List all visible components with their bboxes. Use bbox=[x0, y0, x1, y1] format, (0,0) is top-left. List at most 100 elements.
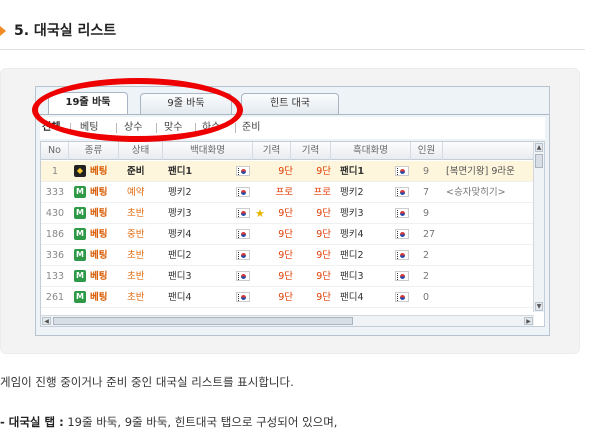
table-row[interactable]: 333 베팅 예약 펭키2 프로 프로 펭키2 7 <승자맞히기> M bbox=[41, 182, 534, 203]
white-player-rank: 9단 bbox=[278, 250, 293, 261]
korea-flag-icon bbox=[395, 271, 409, 281]
table-row[interactable]: 430 베팅 초반 펭키3 9단 9단 펭키3 9 M ★ bbox=[41, 203, 534, 224]
room-type: 베팅 bbox=[90, 271, 108, 282]
filter-separator bbox=[235, 123, 236, 133]
korea-flag-icon bbox=[236, 208, 250, 218]
table-row[interactable]: 336 베팅 초반 팬디2 9단 9단 팬디2 2 M bbox=[41, 245, 534, 266]
korea-flag-icon bbox=[395, 229, 409, 239]
korea-flag-icon bbox=[395, 250, 409, 260]
white-player-rank: 프로 bbox=[275, 187, 293, 198]
tab-9-line-baduk[interactable]: 9줄 바둑 bbox=[140, 93, 232, 114]
scroll-up-arrow-icon[interactable]: ▲ bbox=[535, 143, 543, 152]
korea-flag-icon bbox=[236, 229, 250, 239]
white-player-name: 팬디1 bbox=[168, 166, 193, 177]
tab-divider bbox=[36, 114, 549, 115]
korea-flag-icon bbox=[395, 187, 409, 197]
table-header: No 종류 상태 백대화명 기력 기력 흑대화명 인원 bbox=[41, 142, 534, 160]
room-status: 준비 bbox=[127, 166, 145, 177]
white-player-name: 펭키4 bbox=[168, 229, 192, 240]
tab-hint-game[interactable]: 힌트 대국 bbox=[241, 93, 339, 114]
column-header-white-name[interactable]: 백대화명 bbox=[163, 142, 253, 160]
viewer-count: 9 bbox=[423, 166, 430, 177]
room-status: 예약 bbox=[127, 187, 145, 198]
korea-flag-icon bbox=[236, 166, 250, 176]
room-status: 초반 bbox=[127, 250, 145, 261]
white-player-rank: 9단 bbox=[278, 271, 293, 282]
scroll-left-arrow-icon[interactable]: ◀ bbox=[42, 317, 51, 325]
white-player-name: 펭키2 bbox=[168, 187, 192, 198]
m-icon: M bbox=[74, 270, 86, 282]
filter-separator bbox=[156, 123, 157, 133]
korea-flag-icon bbox=[236, 250, 250, 260]
filter-equal[interactable]: 맞수 bbox=[164, 117, 182, 139]
viewer-count: 2 bbox=[423, 250, 430, 261]
room-type: 베팅 bbox=[90, 250, 108, 261]
white-player-name: 팬디4 bbox=[168, 292, 192, 303]
scroll-down-arrow-icon[interactable]: ▼ bbox=[535, 302, 543, 311]
description-tab-label: - 대국실 탭 : bbox=[0, 415, 64, 429]
filter-weaker[interactable]: 하수 bbox=[202, 117, 220, 139]
room-note bbox=[446, 266, 534, 287]
section-header: 5. 대국실 리스트 bbox=[0, 18, 592, 50]
white-player-name: 팬디3 bbox=[168, 271, 192, 282]
table-row[interactable]: 133 베팅 초반 팬디3 9단 9단 팬디3 2 M bbox=[41, 266, 534, 287]
black-player-name: 팬디2 bbox=[340, 250, 364, 261]
horizontal-scroll-thumb[interactable] bbox=[53, 317, 353, 325]
black-player-rank: 9단 bbox=[316, 229, 331, 240]
column-header-black-name[interactable]: 흑대화명 bbox=[331, 142, 411, 160]
room-status: 중반 bbox=[127, 229, 145, 240]
room-status: 초반 bbox=[127, 292, 145, 303]
column-header-status[interactable]: 상태 bbox=[119, 142, 163, 160]
section-title: 5. 대국실 리스트 bbox=[14, 23, 117, 39]
black-player-rank: 9단 bbox=[316, 271, 331, 282]
black-player-name: 팬디3 bbox=[340, 271, 364, 282]
room-number: 333 bbox=[45, 187, 65, 198]
description-tab-text: 19줄 바둑, 9줄 바둑, 힌트대국 탭으로 구성되어 있으며, bbox=[63, 415, 338, 429]
column-header-type[interactable]: 종류 bbox=[69, 142, 119, 160]
room-note bbox=[446, 203, 534, 224]
filter-all[interactable]: 전체 bbox=[42, 117, 60, 139]
room-number: 186 bbox=[45, 229, 65, 240]
korea-flag-icon bbox=[395, 166, 409, 176]
vertical-scrollbar[interactable]: ▲ ▼ bbox=[533, 142, 544, 312]
room-note: <승자맞히기> bbox=[446, 187, 506, 198]
room-status: 초반 bbox=[127, 208, 145, 219]
tab-19-line-baduk[interactable]: 19줄 바둑 bbox=[48, 92, 128, 115]
black-player-rank: 9단 bbox=[316, 208, 331, 219]
room-type: 베팅 bbox=[90, 166, 108, 177]
white-player-name: 팬디2 bbox=[168, 250, 192, 261]
black-player-rank: 프로 bbox=[313, 187, 331, 198]
star-icon: ★ bbox=[255, 207, 265, 220]
filter-stronger[interactable]: 상수 bbox=[124, 117, 142, 139]
m-icon: M bbox=[74, 249, 86, 261]
black-player-name: 펭키4 bbox=[340, 229, 364, 240]
column-header-viewers[interactable]: 인원 bbox=[411, 142, 443, 160]
vertical-scroll-thumb[interactable] bbox=[535, 154, 543, 168]
filter-separator bbox=[195, 123, 196, 133]
table-row[interactable]: 186 베팅 중반 펭키4 9단 9단 펭키4 27 M bbox=[41, 224, 534, 245]
black-player-rank: 9단 bbox=[316, 292, 331, 303]
viewer-count: 7 bbox=[423, 187, 430, 198]
filter-separator bbox=[70, 123, 71, 133]
room-note bbox=[446, 245, 534, 266]
table-row[interactable]: 1 베팅 준비 팬디1 9단 9단 팬디1 9 [복면기왕] 9라운 ◆ bbox=[41, 161, 534, 182]
table-row[interactable]: 261 베팅 초반 팬디4 9단 9단 팬디4 0 M bbox=[41, 287, 534, 308]
white-player-rank: 9단 bbox=[278, 208, 293, 219]
room-note bbox=[446, 287, 534, 308]
korea-flag-icon bbox=[236, 271, 250, 281]
room-number: 133 bbox=[45, 271, 65, 282]
column-header-no[interactable]: No bbox=[41, 142, 69, 160]
m-icon: M bbox=[74, 186, 86, 198]
filter-separator bbox=[116, 123, 117, 133]
white-player-rank: 9단 bbox=[278, 166, 293, 177]
korea-flag-icon bbox=[395, 292, 409, 302]
room-status: 초반 bbox=[127, 271, 145, 282]
black-player-rank: 9단 bbox=[316, 166, 331, 177]
filter-ready[interactable]: 준비 bbox=[242, 117, 260, 139]
filter-betting[interactable]: 베팅 bbox=[80, 117, 98, 139]
scroll-right-arrow-icon[interactable]: ▶ bbox=[524, 317, 533, 325]
viewer-count: 9 bbox=[423, 208, 430, 219]
horizontal-scrollbar[interactable]: ◀ ▶ bbox=[41, 315, 534, 326]
column-header-rank-white[interactable]: 기력 bbox=[253, 142, 291, 160]
column-header-rank-black[interactable]: 기력 bbox=[291, 142, 331, 160]
